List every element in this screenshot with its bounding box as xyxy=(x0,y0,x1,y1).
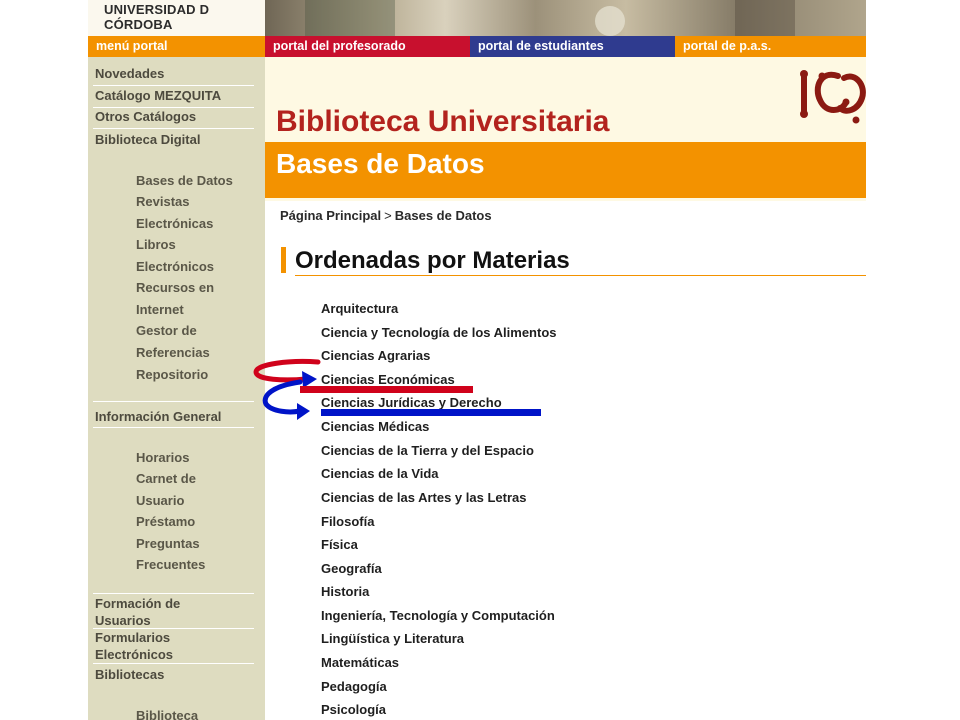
library-logo-icon xyxy=(800,70,866,124)
sidebar-subitem-revistas[interactable]: Electrónicas xyxy=(136,216,213,232)
main-content: Biblioteca Universitaria Bases de Datos … xyxy=(265,57,866,720)
sidebar-item-formularios[interactable]: Formularios xyxy=(95,630,170,646)
materia-link[interactable]: Ciencia y Tecnología de los Alimentos xyxy=(321,325,557,341)
sidebar-divider xyxy=(93,593,254,594)
sidebar-item-otros-catalogos[interactable]: Otros Catálogos xyxy=(95,109,196,125)
materia-link[interactable]: Geografía xyxy=(321,561,382,577)
materia-link[interactable]: Historia xyxy=(321,584,369,600)
sidebar-divider xyxy=(93,128,254,129)
materia-link[interactable]: Pedagogía xyxy=(321,679,387,695)
materia-link[interactable]: Ciencias Agrarias xyxy=(321,348,430,364)
materia-link[interactable]: Ciencias Médicas xyxy=(321,419,429,435)
sidebar-item-formacion[interactable]: Formación de xyxy=(95,596,180,612)
tab-portal-estudiantes[interactable]: portal de estudiantes xyxy=(470,36,675,57)
sidebar-subitem-gestor[interactable]: Referencias xyxy=(136,345,210,361)
materia-link[interactable]: Ciencias Económicas xyxy=(321,372,455,388)
section-marker xyxy=(281,247,286,273)
sidebar-item-catalogo-mezquita[interactable]: Catálogo MEZQUITA xyxy=(95,88,221,104)
materia-link[interactable]: Ciencias de las Artes y las Letras xyxy=(321,490,526,506)
sidebar-subitem-preguntas[interactable]: Frecuentes xyxy=(136,557,205,573)
tab-portal-profesorado[interactable]: portal del profesorado xyxy=(265,36,470,57)
sidebar-subitem-recursos[interactable]: Internet xyxy=(136,302,184,318)
breadcrumb-current: Bases de Datos xyxy=(394,208,492,223)
tab-portal-pas[interactable]: portal de p.a.s. xyxy=(675,36,866,57)
materia-link[interactable]: Ciencias Jurídicas y Derecho xyxy=(321,395,502,411)
sidebar-subitem-biblioteca[interactable]: Biblioteca xyxy=(136,708,198,720)
materia-link[interactable]: Filosofía xyxy=(321,514,374,530)
sidebar-menu: Novedades Catálogo MEZQUITA Otros Catálo… xyxy=(88,57,265,720)
sidebar-subitem-libros[interactable]: Electrónicos xyxy=(136,259,214,275)
sidebar-subitem-preguntas[interactable]: Preguntas xyxy=(136,536,200,552)
sidebar-item-novedades[interactable]: Novedades xyxy=(95,66,164,82)
sidebar-divider xyxy=(93,663,254,664)
sidebar-subitem-horarios[interactable]: Horarios xyxy=(136,450,189,466)
materia-link[interactable]: Ciencias de la Vida xyxy=(321,466,439,482)
header-banner-photo xyxy=(265,0,866,36)
breadcrumb: Página Principal > Bases de Datos xyxy=(280,208,492,224)
materia-link[interactable]: Ingeniería, Tecnología y Computación xyxy=(321,608,555,624)
sidebar-subitem-gestor[interactable]: Gestor de xyxy=(136,323,197,339)
sidebar-subitem-carnet[interactable]: Carnet de xyxy=(136,471,196,487)
sidebar-subitem-prestamo[interactable]: Préstamo xyxy=(136,514,195,530)
sidebar-subitem-bases-datos[interactable]: Bases de Datos xyxy=(136,173,233,189)
materia-link[interactable]: Psicología xyxy=(321,702,386,718)
materia-link[interactable]: Arquitectura xyxy=(321,301,398,317)
materia-link[interactable]: Física xyxy=(321,537,358,553)
sidebar-subitem-libros[interactable]: Libros xyxy=(136,237,176,253)
sidebar-item-bibliotecas[interactable]: Bibliotecas xyxy=(95,667,164,683)
materia-link[interactable]: Matemáticas xyxy=(321,655,399,671)
sidebar-item-formularios[interactable]: Electrónicos xyxy=(95,647,173,663)
sidebar-subitem-revistas[interactable]: Revistas xyxy=(136,194,189,210)
section-title: Ordenadas por Materias xyxy=(295,247,570,274)
sidebar-subitem-recursos[interactable]: Recursos en xyxy=(136,280,214,296)
screen: UNIVERSIDAD D CÓRDOBA menú portal portal… xyxy=(0,0,960,720)
subtitle-band: Bases de Datos xyxy=(265,142,866,198)
sidebar-subitem-carnet[interactable]: Usuario xyxy=(136,493,184,509)
sidebar-subitem-repositorio[interactable]: Repositorio xyxy=(136,367,208,383)
sidebar-item-biblioteca-digital[interactable]: Biblioteca Digital xyxy=(95,132,200,148)
page-title: Biblioteca Universitaria xyxy=(276,105,610,138)
sidebar-divider xyxy=(93,628,254,629)
title-band: Biblioteca Universitaria xyxy=(265,57,866,142)
sidebar-item-formacion[interactable]: Usuarios xyxy=(95,613,151,629)
section-divider xyxy=(295,275,866,276)
breadcrumb-separator: > xyxy=(384,208,392,223)
materia-link[interactable]: Lingüística y Literatura xyxy=(321,631,464,647)
page-subtitle: Bases de Datos xyxy=(276,148,485,179)
sidebar-divider xyxy=(93,85,254,86)
sidebar-divider xyxy=(93,107,254,108)
sidebar-divider xyxy=(93,427,254,428)
sidebar-divider xyxy=(93,401,254,402)
page-margin xyxy=(866,0,960,720)
materia-link[interactable]: Ciencias de la Tierra y del Espacio xyxy=(321,443,534,459)
university-logo[interactable]: UNIVERSIDAD D CÓRDOBA xyxy=(88,0,265,36)
university-logo-text: UNIVERSIDAD D CÓRDOBA xyxy=(104,2,210,32)
tab-menu-portal[interactable]: menú portal xyxy=(88,36,265,57)
sidebar-item-informacion-general[interactable]: Información General xyxy=(95,409,221,425)
breadcrumb-home-link[interactable]: Página Principal xyxy=(280,208,381,223)
